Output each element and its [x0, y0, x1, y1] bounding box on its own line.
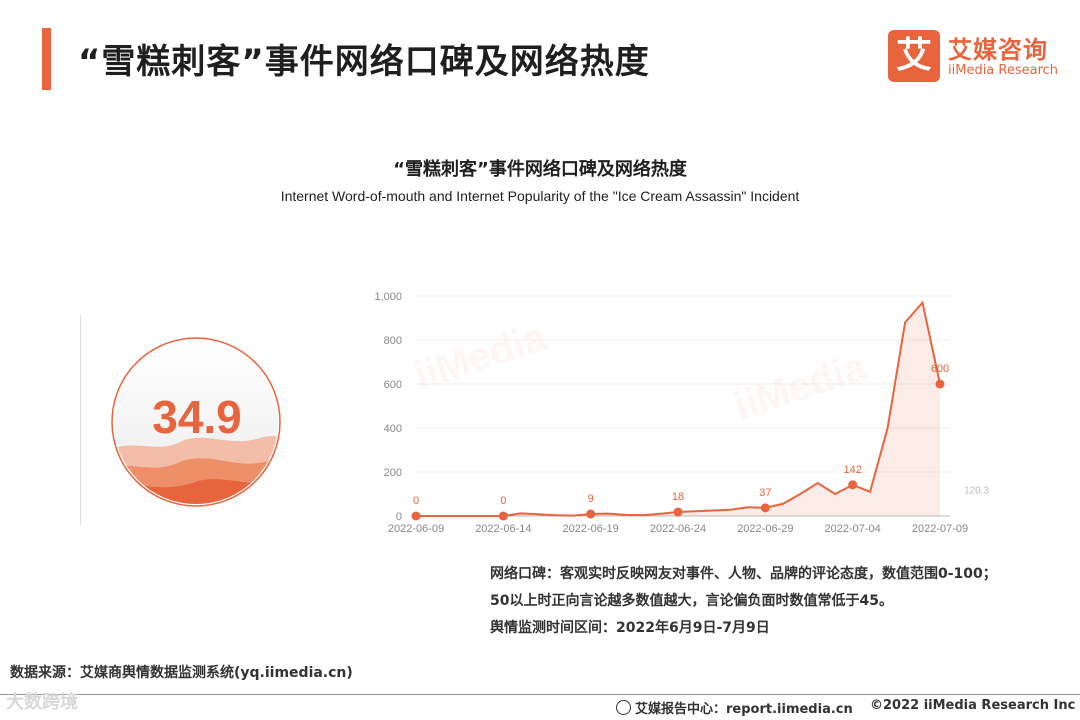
watermark-label: 大数跨境	[6, 692, 78, 713]
y-tick-label: 600	[384, 379, 402, 391]
chart-title-chinese: “雪糕刺客”事件网络口碑及网络热度	[393, 159, 687, 180]
data-point	[848, 480, 858, 490]
iimedia-logo: 艾 艾媒咨询 iiMedia Research	[888, 30, 1068, 86]
globe-icon	[616, 700, 631, 715]
x-tick-label: 2022-06-29	[737, 523, 793, 535]
data-point	[586, 509, 596, 519]
note-line-2: 50以上时正向言论越多数值越大，言论偏负面时数值常低于45。	[490, 593, 893, 609]
gauge-value: 34.9	[152, 391, 242, 443]
data-point	[935, 379, 945, 389]
y-tick-label: 0	[396, 511, 402, 523]
data-label: 142	[843, 464, 861, 476]
footer-copyright: ©2022 iiMedia Research Inc	[870, 698, 1076, 713]
y-tick-label: 1,000	[374, 291, 402, 303]
y-tick-label: 400	[384, 423, 402, 435]
footer-report-text: 艾媒报告中心：report.iimedia.cn	[635, 702, 853, 717]
heat-area-chart: iiMedia iiMedia 0 200 400 600 800 1,000 2022-…	[374, 291, 989, 535]
y-tick-label: 800	[384, 335, 402, 347]
data-source: 数据来源：艾媒商舆情数据监测系统(yq.iimedia.cn)	[10, 665, 353, 681]
gauge-wave-front	[114, 479, 278, 504]
data-label: 600	[931, 363, 949, 375]
x-tick-label: 2022-06-24	[650, 523, 706, 535]
footer-report[interactable]: 艾媒报告中心：report.iimedia.cn	[616, 698, 853, 717]
data-point	[760, 503, 770, 513]
watermark-text-2: iiMedia	[729, 345, 872, 429]
data-label: 0	[500, 495, 506, 507]
note-monitor-period: 舆情监测时间区间：2022年6月9日-7月9日	[490, 620, 770, 636]
watermark-text-1: iiMedia	[409, 315, 552, 399]
data-label: 37	[759, 487, 771, 499]
chart-title-english: Internet Word-of-mouth and Internet Popu…	[280, 188, 800, 204]
y-tick-label: 200	[384, 467, 402, 479]
data-label: 18	[672, 491, 684, 503]
chart-watermark: iiMedia iiMedia	[409, 315, 872, 429]
data-point	[411, 511, 421, 521]
logo-mark: 艾	[888, 30, 940, 82]
x-tick-label: 2022-06-14	[475, 523, 531, 535]
x-tick-label: 2022-07-09	[912, 523, 968, 535]
data-point	[498, 511, 508, 521]
data-point	[673, 507, 683, 517]
data-label: 0	[413, 495, 419, 507]
x-tick-label: 2022-06-09	[388, 523, 444, 535]
logo-english-name: iiMedia Research	[948, 63, 1059, 78]
x-tick-label: 2022-06-19	[563, 523, 619, 535]
page-title: “雪糕刺客”事件网络口碑及网络热度	[78, 42, 650, 82]
data-label: 9	[588, 493, 594, 505]
note-line-1: 网络口碑：客观实时反映网友对事件、人物、品牌的评论态度，数值范围0-100；	[490, 566, 997, 582]
title-accent-bar	[42, 28, 51, 90]
logo-chinese-name: 艾媒咨询	[948, 36, 1048, 64]
x-tick-label: 2022-07-04	[825, 523, 881, 535]
footer-divider	[0, 694, 1080, 695]
side-label: 120.3	[964, 486, 989, 497]
